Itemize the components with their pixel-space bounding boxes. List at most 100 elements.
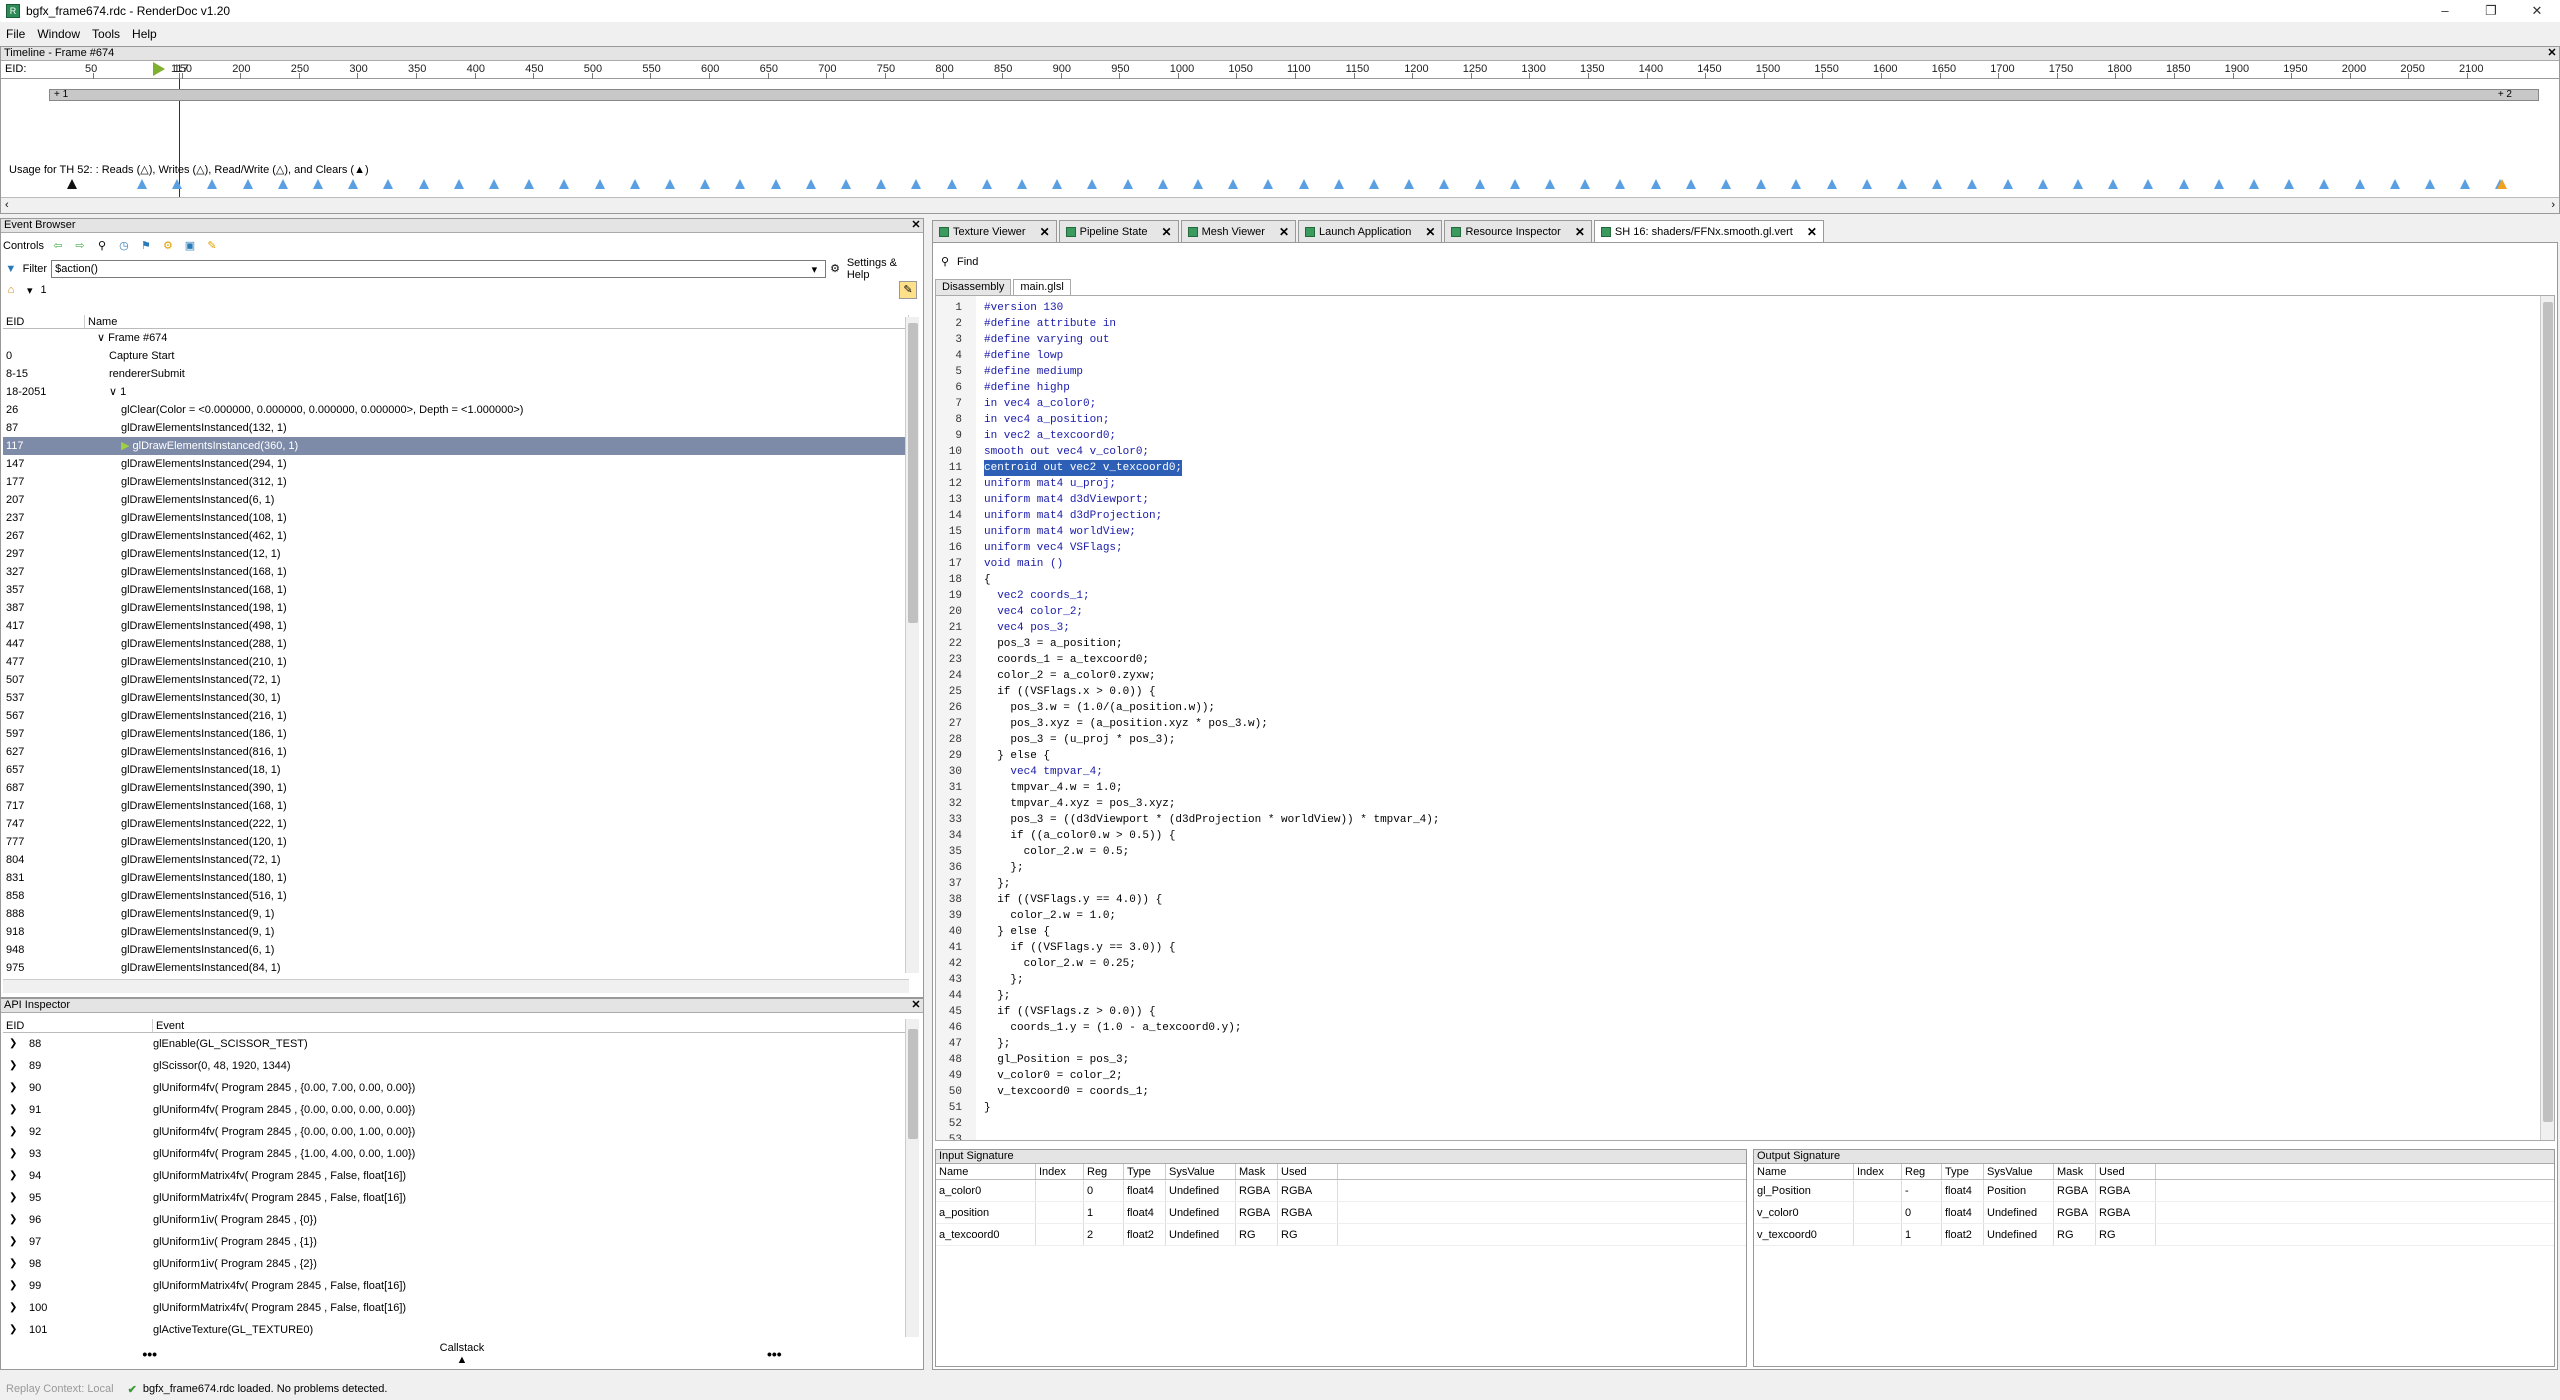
api-row[interactable]: ❯ 88 glEnable(GL_SCISSOR_TEST) <box>3 1033 909 1055</box>
usage-marker[interactable] <box>453 179 464 189</box>
usage-marker[interactable] <box>1615 179 1626 189</box>
chevron-right-icon[interactable]: ❯ <box>9 1143 17 1165</box>
code-scrollbar[interactable] <box>2540 296 2554 1140</box>
menu-help[interactable]: Help <box>132 27 157 41</box>
code-line[interactable]: } else { <box>984 748 1050 764</box>
usage-marker[interactable] <box>735 179 746 189</box>
timeline-bar-right-label[interactable]: + 2 <box>2498 89 2512 100</box>
tab-6[interactable]: SH 16: shaders/FFNx.smooth.gl.vert ✕ <box>1593 220 1824 242</box>
code-line[interactable]: tmpvar_4.w = 1.0; <box>984 780 1122 796</box>
tab-4[interactable]: Launch Application ✕ <box>1298 220 1443 242</box>
close-icon[interactable]: ✕ <box>2545 47 2559 60</box>
api-scrollbar[interactable] <box>905 1019 919 1337</box>
api-row[interactable]: ❯ 96 glUniform1iv( Program 2845 , {0}) <box>3 1209 909 1231</box>
event-row[interactable]: 267 glDrawElementsInstanced(462, 1) <box>3 527 909 545</box>
code-line[interactable]: uniform mat4 d3dViewport; <box>984 492 1149 508</box>
code-line[interactable]: color_2.w = 0.5; <box>984 844 1130 860</box>
usage-marker[interactable] <box>700 179 711 189</box>
scroll-thumb[interactable] <box>908 1029 918 1139</box>
code-line[interactable]: if ((VSFlags.y == 4.0)) { <box>984 892 1162 908</box>
event-row[interactable]: 387 glDrawElementsInstanced(198, 1) <box>3 599 909 617</box>
settings-gear-icon[interactable]: ⚙ <box>160 238 176 254</box>
close-icon[interactable]: ✕ <box>909 999 923 1012</box>
signature-row[interactable]: a_color0 0 float4 Undefined RGBA RGBA <box>936 1180 1746 1202</box>
code-line[interactable]: in vec2 a_texcoord0; <box>984 428 1116 444</box>
code-line[interactable]: centroid out vec2 v_texcoord0; <box>984 460 1183 476</box>
api-row[interactable]: ❯ 93 glUniform4fv( Program 2845 , {1.00, 4… <box>3 1143 909 1165</box>
usage-marker[interactable] <box>1897 179 1907 189</box>
usage-marker[interactable] <box>2073 179 2083 189</box>
usage-marker[interactable] <box>1791 179 1802 189</box>
usage-marker[interactable] <box>1580 179 1591 189</box>
restore-icon[interactable]: ❐ <box>2468 0 2514 22</box>
chevron-right-icon[interactable]: ❯ <box>9 1187 17 1209</box>
event-row[interactable]: 975 glDrawElementsInstanced(84, 1) <box>3 959 909 977</box>
usage-marker[interactable] <box>665 179 675 189</box>
colour-icon[interactable]: ✎ <box>204 238 220 254</box>
code-line[interactable]: smooth out vec4 v_color0; <box>984 444 1149 460</box>
filter-dropdown-icon[interactable]: ▾ <box>812 263 818 276</box>
event-row[interactable]: 147 glDrawElementsInstanced(294, 1) <box>3 455 909 473</box>
code-line[interactable]: #define highp <box>984 380 1070 396</box>
code-line[interactable]: uniform mat4 worldView; <box>984 524 1136 540</box>
usage-marker[interactable] <box>770 179 781 189</box>
usage-marker[interactable] <box>137 179 147 189</box>
usage-marker[interactable] <box>594 179 605 189</box>
api-row[interactable]: ❯ 92 glUniform4fv( Program 2845 , {0.00, 0… <box>3 1121 909 1143</box>
scroll-thumb[interactable] <box>2543 302 2553 1122</box>
signature-column-header[interactable]: Name <box>1754 1164 1854 1179</box>
chevron-right-icon[interactable]: ❯ <box>9 1253 17 1275</box>
code-line[interactable]: in vec4 a_color0; <box>984 396 1096 412</box>
usage-marker[interactable] <box>1157 179 1168 189</box>
api-row[interactable]: ❯ 99 glUniformMatrix4fv( Program 2845 , Fa… <box>3 1275 909 1297</box>
signature-column-header[interactable]: Index <box>1036 1164 1084 1179</box>
tab-1[interactable]: Texture Viewer ✕ <box>932 220 1057 242</box>
more-left-icon[interactable]: ••• <box>142 1346 157 1362</box>
close-icon[interactable]: ✕ <box>1425 225 1435 239</box>
menu-tools[interactable]: Tools <box>92 27 120 41</box>
event-row[interactable]: 507 glDrawElementsInstanced(72, 1) <box>3 671 909 689</box>
event-row[interactable]: 888 glDrawElementsInstanced(9, 1) <box>3 905 909 923</box>
event-row[interactable]: 657 glDrawElementsInstanced(18, 1) <box>3 761 909 779</box>
usage-marker[interactable] <box>2284 179 2295 189</box>
code-line[interactable]: vec4 color_2; <box>984 604 1083 620</box>
close-icon[interactable]: ✕ <box>1575 225 1585 239</box>
usage-marker[interactable] <box>876 179 887 189</box>
code-line[interactable]: coords_1.y = (1.0 - a_texcoord0.y); <box>984 1020 1241 1036</box>
signature-column-header[interactable]: Used <box>1278 1164 1338 1179</box>
close-icon[interactable]: ✕ <box>1162 225 1172 239</box>
usage-marker[interactable] <box>841 179 851 189</box>
code-line[interactable]: in vec4 a_position; <box>984 412 1109 428</box>
event-row[interactable]: 357 glDrawElementsInstanced(168, 1) <box>3 581 909 599</box>
event-scrollbar[interactable] <box>905 317 919 973</box>
event-row[interactable]: 237 glDrawElementsInstanced(108, 1) <box>3 509 909 527</box>
signature-column-header[interactable]: Mask <box>2054 1164 2096 1179</box>
usage-marker[interactable] <box>1087 179 1098 189</box>
callstack-toggle[interactable]: Callstack ▲ <box>440 1342 485 1366</box>
usage-marker[interactable] <box>1685 179 1696 189</box>
api-row[interactable]: ❯ 95 glUniformMatrix4fv( Program 2845 , Fa… <box>3 1187 909 1209</box>
event-row[interactable]: 207 glDrawElementsInstanced(6, 1) <box>3 491 909 509</box>
event-row[interactable]: 777 glDrawElementsInstanced(120, 1) <box>3 833 909 851</box>
tab-disassembly[interactable]: Disassembly <box>935 279 1012 295</box>
usage-marker[interactable] <box>1404 179 1415 189</box>
usage-marker[interactable] <box>1298 179 1309 189</box>
code-line[interactable]: #define varying out <box>984 332 1109 348</box>
signature-row[interactable]: v_color0 0 float4 Undefined RGBA RGBA <box>1754 1202 2554 1224</box>
code-line[interactable]: pos_3 = (u_proj * pos_3); <box>984 732 1175 748</box>
signature-row[interactable]: v_texcoord0 1 float2 Undefined RG RG <box>1754 1224 2554 1246</box>
usage-marker[interactable] <box>1650 179 1661 189</box>
signature-row[interactable]: gl_Position - float4 Position RGBA RGBA <box>1754 1180 2554 1202</box>
usage-marker[interactable] <box>1545 179 1555 189</box>
code-line[interactable]: }; <box>984 860 1023 876</box>
settings-help-button[interactable]: Settings & Help <box>847 257 921 281</box>
signature-column-header[interactable]: Name <box>936 1164 1036 1179</box>
chevron-right-icon[interactable]: ❯ <box>9 1275 17 1297</box>
usage-marker[interactable] <box>805 179 816 189</box>
tab-2[interactable]: Pipeline State ✕ <box>1058 220 1179 242</box>
signature-column-header[interactable]: Reg <box>1902 1164 1942 1179</box>
usage-marker[interactable] <box>2213 179 2224 189</box>
code-line[interactable]: v_texcoord0 = coords_1; <box>984 1084 1149 1100</box>
chevron-right-icon[interactable]: ❯ <box>9 1297 17 1319</box>
event-row[interactable]: 477 glDrawElementsInstanced(210, 1) <box>3 653 909 671</box>
